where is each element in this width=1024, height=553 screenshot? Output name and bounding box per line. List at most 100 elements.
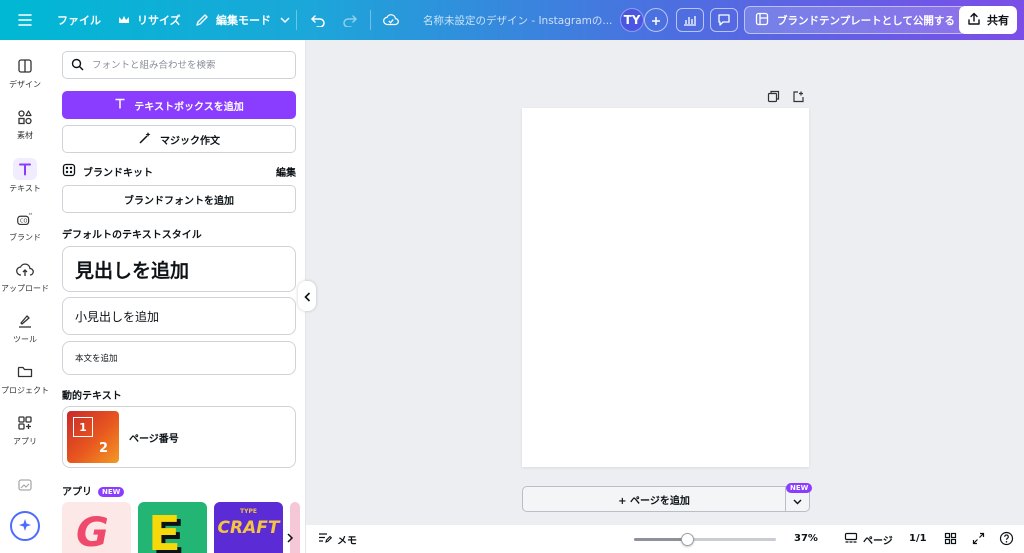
dynamic-text-title: 動的テキスト [62,391,122,402]
rail-item-uploads[interactable]: アップロード [0,260,50,294]
rail-item-magic-media[interactable] [0,475,50,495]
rail-label: ブランド [9,233,41,242]
help-icon [999,531,1014,549]
zoom-slider-fill [634,538,687,541]
rail-label: デザイン [9,80,41,89]
pages-icon [844,532,858,547]
draw-icon [15,311,35,331]
new-badge: NEW [98,487,125,497]
redo-button[interactable] [342,0,358,40]
pages-button[interactable]: ページ [844,532,893,547]
add-page-top-button[interactable] [792,88,805,107]
search-icon [71,56,84,75]
avatar-initials: TY [623,13,641,27]
zoom-level[interactable]: 37% [794,533,818,544]
thumb-number-1: 1 [73,417,93,437]
left-rail: デザイン 素材 テキスト CO ブランド アップロード ツール プロジェクト ア… [0,40,50,553]
share-label: 共有 [987,14,1009,27]
rail-label: テキスト [9,184,41,193]
add-subheading-button[interactable]: 小見出しを追加 [62,297,296,335]
magic-write-button[interactable]: マジック作文 [62,125,296,153]
rail-item-projects[interactable]: プロジェクト [0,362,50,396]
undo-button[interactable] [310,0,326,40]
text-icon [13,158,37,180]
design-page[interactable] [522,108,809,467]
invite-button[interactable] [644,8,668,32]
add-textbox-label: テキストボックスを追加 [134,101,244,113]
layout-icon [15,56,35,76]
add-textbox-button[interactable]: テキストボックスを追加 [62,91,296,119]
cloud-check-icon [383,12,399,28]
add-heading-button[interactable]: 見出しを追加 [62,246,296,292]
image-sparkle-icon [15,475,35,495]
apps-scroll-right-button[interactable] [286,528,294,547]
collapse-panel-button[interactable] [298,281,316,311]
page-number-card[interactable]: 1 2 ページ番号 [62,406,296,468]
magic-assistant-button[interactable] [10,511,40,541]
fullscreen-button[interactable] [972,532,985,548]
shapes-icon [15,107,35,127]
edit-mode-dropdown[interactable]: 編集モード [194,0,293,40]
chevron-right-icon [286,528,294,547]
top-bar: ファイル リサイズ 編集モード 名称未設定のデザイン - Instagramの.… [0,0,1024,40]
app-g-letter: G [76,510,109,553]
share-button[interactable]: 共有 [959,6,1017,34]
notes-icon [318,532,333,547]
plus-icon [651,11,661,30]
crown-icon [116,12,132,28]
cloud-save-status[interactable] [383,0,399,40]
rail-item-apps[interactable]: アプリ [0,413,50,447]
rail-item-tools[interactable]: ツール [0,311,50,345]
apps-title-label: アプリ [62,487,92,498]
page-number-label: ページ番号 [129,433,179,445]
add-body-text-button[interactable]: 本文を追加 [62,341,296,375]
resize-button[interactable]: リサイズ [116,0,181,40]
comments-button[interactable] [710,8,738,32]
document-title[interactable]: 名称未設定のデザイン - Instagramの... [423,0,613,40]
add-heading-label: 見出しを追加 [75,259,190,282]
notes-label: メモ [337,536,357,547]
grid-view-button[interactable] [944,532,957,548]
rail-item-brand[interactable]: CO ブランド [0,209,50,243]
undo-icon [310,12,326,28]
add-page-icon [792,88,805,107]
brand-icon: CO [15,209,35,229]
publish-template-button[interactable]: ブランドテンプレートとして公開する [744,6,966,34]
text-panel: テキストボックスを追加 マジック作文 ブランドキット 編集 ブランドフォントを追… [50,40,306,553]
brand-kit-header: ブランドキット 編集 [62,163,296,179]
grid-icon [944,532,957,548]
file-menu[interactable]: ファイル [57,0,101,40]
avatar[interactable]: TY [620,8,644,32]
page-tools [767,88,805,107]
app-tile-craft[interactable]: TYPE CRAFT [214,502,283,553]
share-icon [967,12,981,29]
brand-kit-edit-link[interactable]: 編集 [276,164,296,179]
text-t-icon [114,98,126,113]
duplicate-page-button[interactable] [767,88,780,107]
page-count: 1/1 [909,533,927,544]
cloud-upload-icon [15,260,35,280]
add-page-new-badge: NEW [786,483,813,493]
font-search[interactable] [62,51,296,79]
rail-label: アップロード [1,284,49,293]
insights-button[interactable] [676,8,704,32]
add-subheading-label: 小見出しを追加 [75,309,160,324]
help-button[interactable] [999,531,1014,549]
svg-text:CO: CO [20,219,27,225]
search-input[interactable] [92,59,282,71]
zoom-slider[interactable] [634,533,776,546]
add-brand-font-button[interactable]: ブランドフォントを追加 [62,185,296,213]
add-page-button[interactable]: + ページを追加 [522,486,786,512]
app-tile-e[interactable]: E [138,502,207,553]
add-page-label: + ページを追加 [618,495,690,507]
notes-button[interactable]: メモ [318,532,357,547]
menu-button[interactable] [17,0,33,40]
zoom-slider-thumb[interactable] [681,533,694,546]
edit-mode-label: 編集モード [216,14,271,27]
app-tile-g[interactable]: G [62,502,131,553]
rail-item-elements[interactable]: 素材 [0,107,50,141]
duplicate-icon [767,88,780,107]
rail-item-text[interactable]: テキスト [0,158,50,194]
rail-item-design[interactable]: デザイン [0,56,50,90]
divider [296,10,297,30]
